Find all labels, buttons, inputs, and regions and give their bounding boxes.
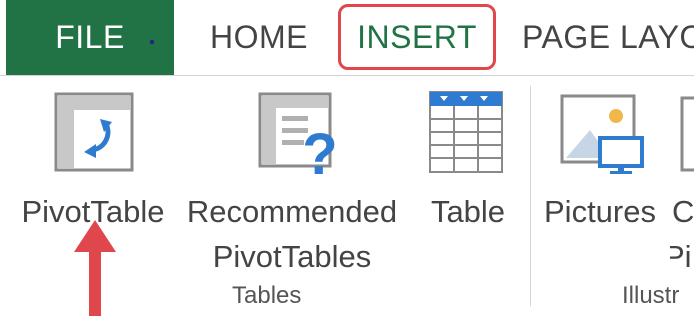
svg-text:?: ? (302, 122, 337, 178)
recommended-pivottables-icon: ? (258, 92, 338, 178)
table-label: Table (430, 194, 506, 229)
pictures-label: Pictures (544, 194, 656, 229)
up-arrow-annotation (74, 220, 116, 316)
pictures-icon (560, 94, 644, 174)
partial-label-line2: Pi (670, 239, 692, 274)
tab-insert[interactable]: INSERT (338, 4, 496, 70)
pictures-button[interactable]: Pictures (538, 84, 662, 244)
recommended-pivottables-button[interactable]: ? Recommended PivotTables (178, 84, 406, 284)
group-separator (530, 86, 531, 306)
tab-file[interactable]: FILE (6, 0, 174, 75)
ribbon-tab-strip: FILE HOME INSERT PAGE LAYO (0, 0, 694, 75)
partial-icon (680, 96, 694, 172)
group-label-tables: Tables (232, 282, 302, 309)
tab-insert-label: INSERT (357, 18, 477, 55)
file-tab-dot (150, 40, 154, 44)
tab-file-label: FILE (55, 19, 125, 55)
table-icon (429, 91, 503, 173)
recommended-label-line1: Recommended (186, 194, 398, 229)
online-pictures-button-partial[interactable]: C Pi (670, 84, 694, 284)
tab-page-layout[interactable]: PAGE LAYO (510, 0, 694, 75)
tab-home-label: HOME (210, 19, 308, 55)
recommended-label-line2: PivotTables (212, 239, 372, 274)
group-label-illustrations: Illustr (622, 282, 680, 309)
tab-page-layout-label: PAGE LAYO (522, 19, 694, 55)
table-button[interactable]: Table (418, 84, 518, 244)
pivottable-icon (54, 92, 134, 172)
partial-label-line1: C (672, 194, 694, 229)
tab-home[interactable]: HOME (200, 0, 318, 75)
